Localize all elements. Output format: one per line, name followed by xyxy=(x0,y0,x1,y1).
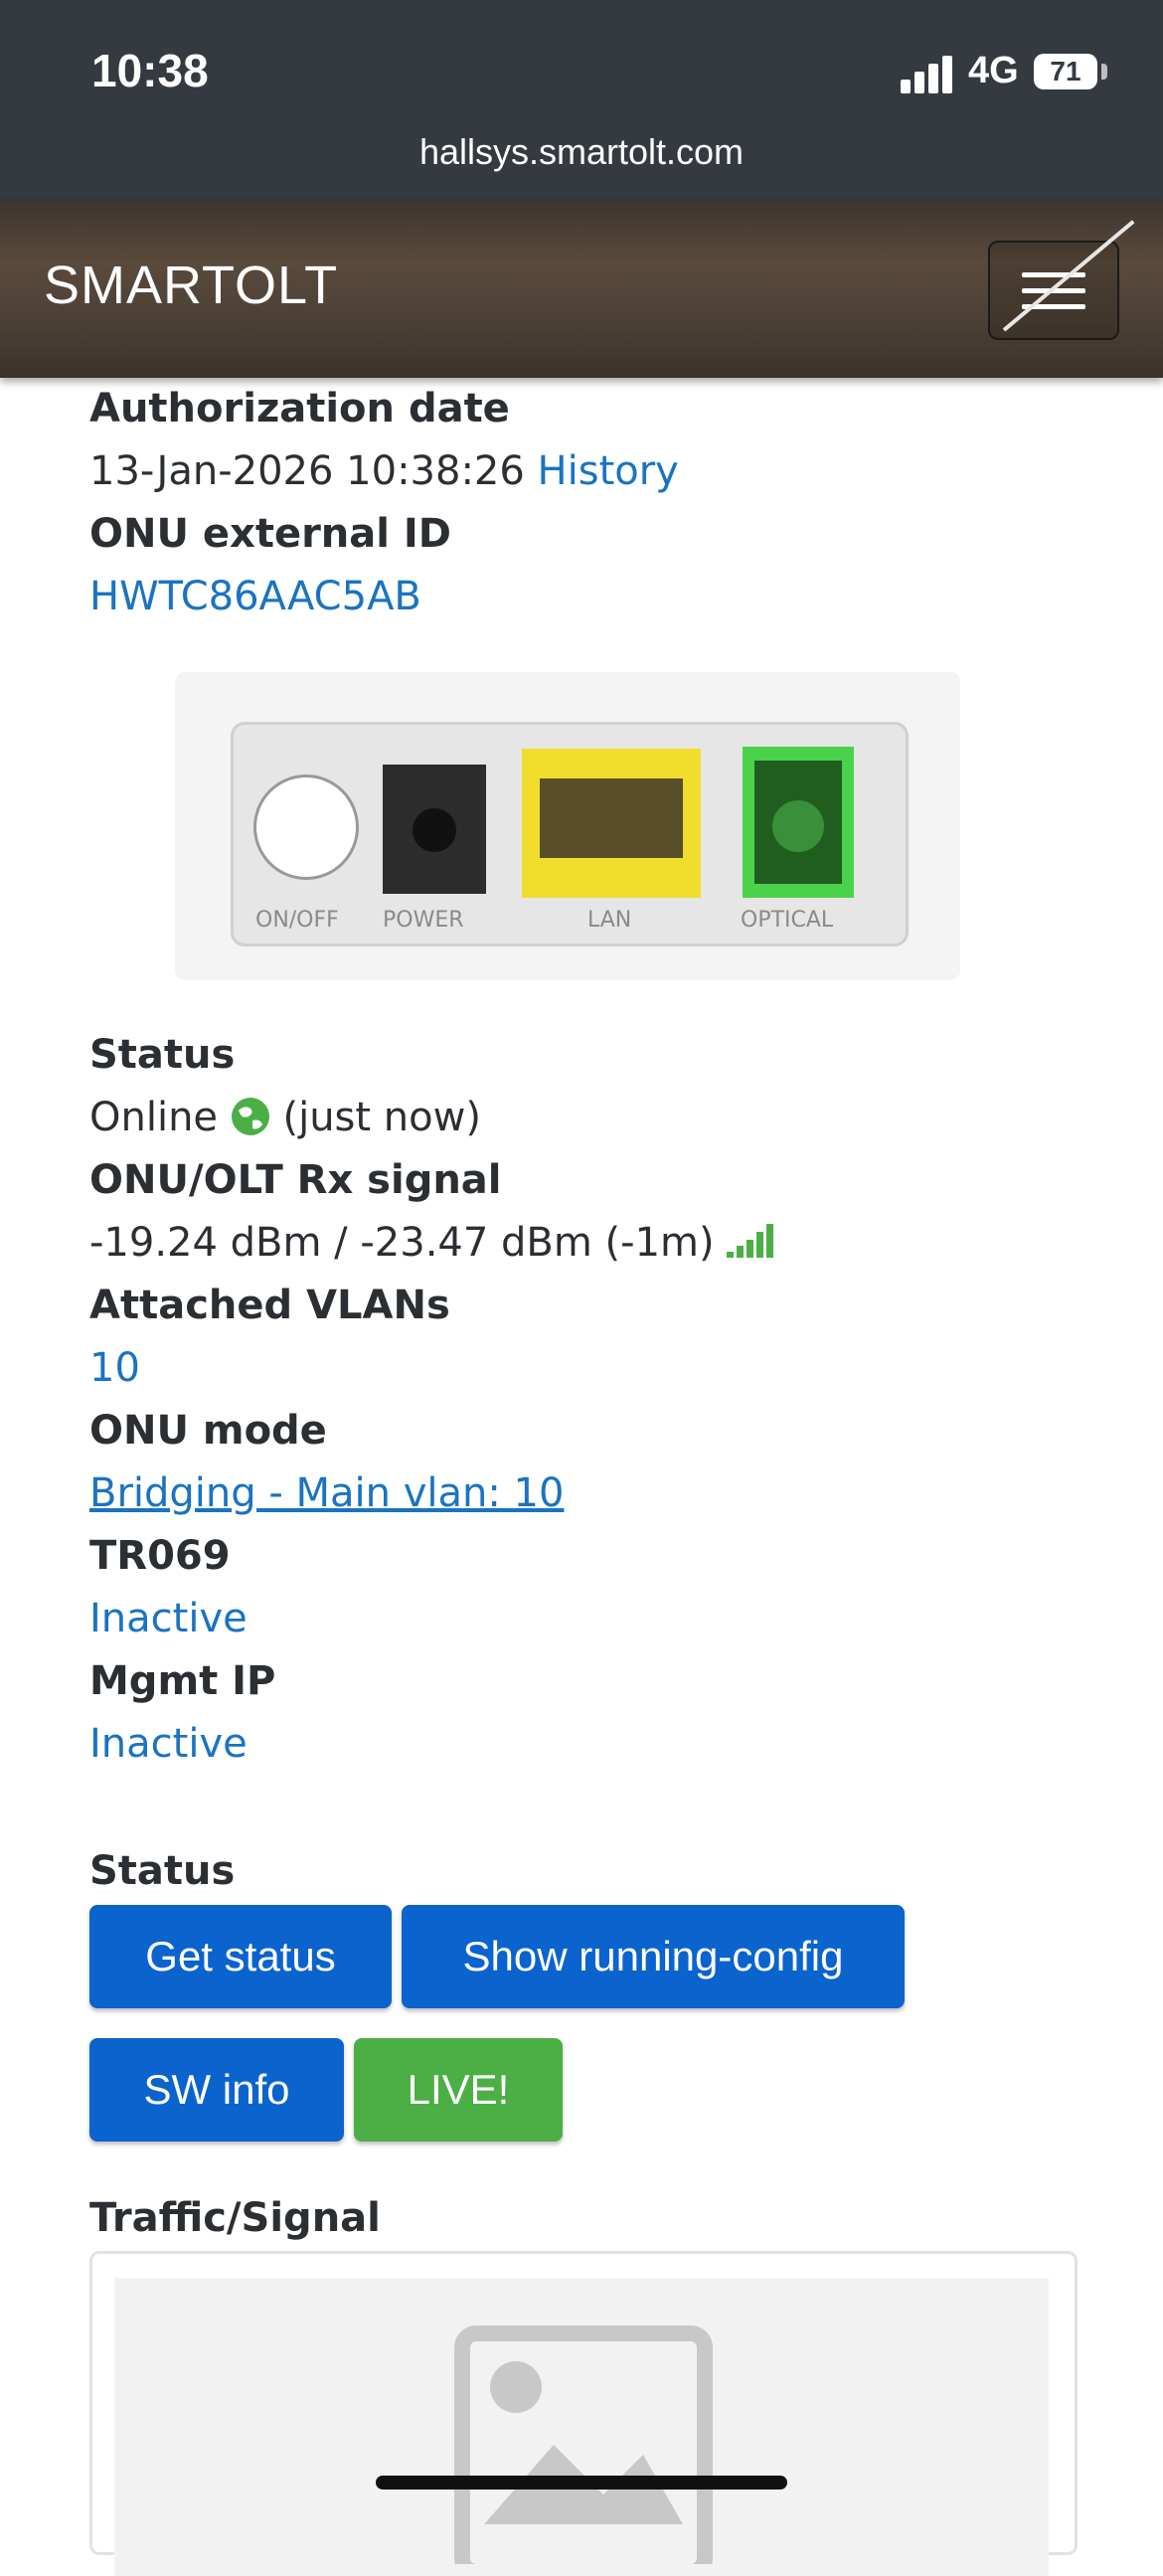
traffic-section: Traffic/Signal xyxy=(89,2187,1083,2250)
port-label-optical: OPTICAL xyxy=(741,908,834,933)
optical-port xyxy=(743,747,854,898)
battery-icon: 71 xyxy=(1034,54,1097,89)
traffic-graph-placeholder xyxy=(114,2278,1049,2576)
signal-strength-icon xyxy=(727,1224,774,1258)
status-row: Online (just now) xyxy=(89,1087,1083,1149)
external-id-label: ONU external ID xyxy=(89,511,451,557)
device-back-panel: ON/OFF POWER LAN OPTICAL xyxy=(231,722,909,946)
vlans-label: Attached VLANs xyxy=(89,1283,450,1328)
image-placeholder-icon xyxy=(454,2325,713,2564)
hamburger-icon xyxy=(1022,272,1085,277)
clock: 10:38 xyxy=(91,45,209,96)
globe-icon xyxy=(231,1098,269,1135)
vlans-link[interactable]: 10 xyxy=(89,1337,1083,1400)
authorization-date-label: Authorization date xyxy=(89,386,510,431)
traffic-label: Traffic/Signal xyxy=(89,2195,381,2241)
history-link[interactable]: History xyxy=(538,448,679,494)
status-label: Status xyxy=(89,1032,236,1078)
home-indicator xyxy=(376,2476,787,2490)
status-value: Online xyxy=(89,1095,219,1140)
authorization-date-row: 13-Jan-2026 10:38:26 History xyxy=(89,440,1083,503)
rx-signal-value: -19.24 dBm / -23.47 dBm (-1m) xyxy=(89,1220,715,1266)
rx-signal-label: ONU/OLT Rx signal xyxy=(89,1157,502,1203)
sw-info-button[interactable]: SW info xyxy=(89,2038,344,2142)
battery-tip xyxy=(1101,64,1107,80)
power-switch xyxy=(253,774,359,880)
onu-status: Status Online (just now) ONU/OLT Rx sign… xyxy=(89,1024,1083,1776)
tr069-label: TR069 xyxy=(89,1533,231,1579)
power-jack xyxy=(383,765,486,894)
mgmt-ip-label: Mgmt IP xyxy=(89,1658,276,1704)
status-bar: 10:38 4G 71 hallsys.smartolt.com xyxy=(0,0,1163,201)
port-label-onoff: ON/OFF xyxy=(255,908,339,933)
onu-device-image: ON/OFF POWER LAN OPTICAL xyxy=(175,672,960,980)
traffic-graph-container xyxy=(89,2251,1078,2576)
network-type: 4G xyxy=(968,50,1019,91)
brand-logo[interactable]: SMARTOLT xyxy=(44,255,338,316)
actions-section: Status xyxy=(89,1840,1083,1903)
port-label-lan: LAN xyxy=(587,908,632,933)
onu-mode-label: ONU mode xyxy=(89,1408,327,1454)
show-running-config-button[interactable]: Show running-config xyxy=(402,1905,905,2008)
url-bar[interactable]: hallsys.smartolt.com xyxy=(0,131,1163,173)
navbar: SMARTOLT xyxy=(0,201,1163,378)
tr069-link[interactable]: Inactive xyxy=(89,1588,1083,1650)
live-button[interactable]: LIVE! xyxy=(354,2038,563,2142)
actions-label: Status xyxy=(89,1848,236,1894)
port-label-power: POWER xyxy=(383,908,464,933)
rx-signal-row: -19.24 dBm / -23.47 dBm (-1m) xyxy=(89,1212,1083,1275)
status-time: (just now) xyxy=(282,1095,481,1140)
mgmt-ip-link[interactable]: Inactive xyxy=(89,1713,1083,1776)
onu-details: Authorization date 13-Jan-2026 10:38:26 … xyxy=(89,378,1083,628)
get-status-button[interactable]: Get status xyxy=(89,1905,392,2008)
lan-port xyxy=(522,749,701,898)
external-id-link[interactable]: HWTC86AAC5AB xyxy=(89,566,1083,628)
onu-mode-link[interactable]: Bridging - Main vlan: 10 xyxy=(89,1462,1083,1525)
authorization-date-value: 13-Jan-2026 10:38:26 xyxy=(89,448,525,494)
cellular-signal-icon xyxy=(901,54,952,93)
